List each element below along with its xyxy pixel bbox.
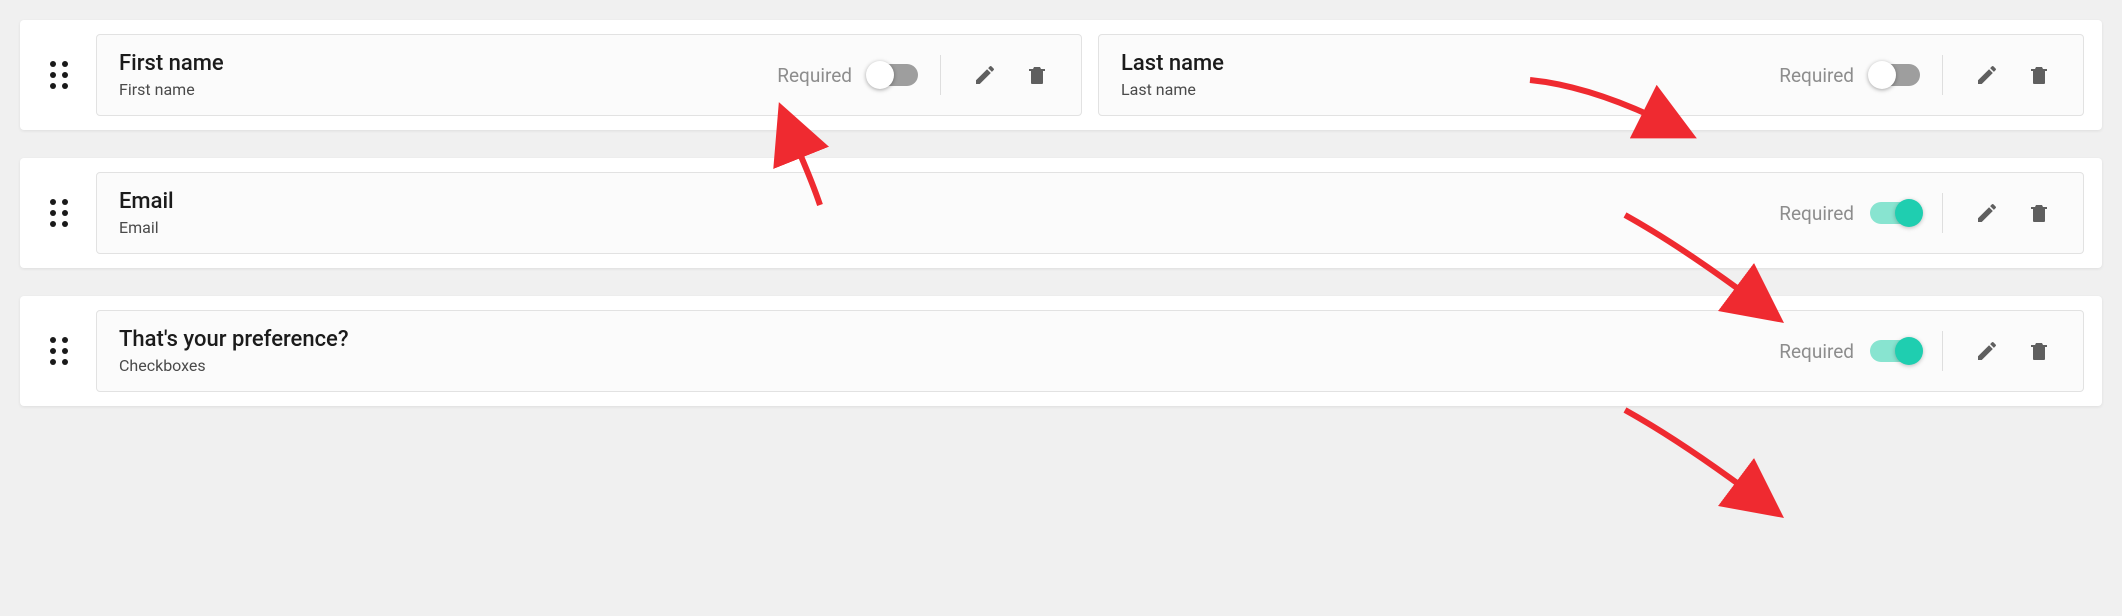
edit-button[interactable] xyxy=(963,53,1007,97)
field-info: Email Email xyxy=(119,189,1771,237)
required-label: Required xyxy=(1779,202,1854,225)
divider xyxy=(1942,193,1943,233)
pencil-icon xyxy=(973,63,997,87)
field-subtitle: Email xyxy=(119,218,1771,237)
field-subtitle: First name xyxy=(119,80,769,99)
field-card-last-name: Last name Last name Required xyxy=(1098,34,2084,116)
field-subtitle: Checkboxes xyxy=(119,356,1771,375)
fields-container: Email Email Required xyxy=(96,172,2084,254)
drag-handle-icon xyxy=(50,337,68,365)
annotation-arrow xyxy=(1610,395,1770,515)
toggle-knob xyxy=(1895,199,1923,227)
trash-icon xyxy=(2027,201,2051,225)
form-field-row: First name First name Required Last name… xyxy=(20,20,2102,130)
field-subtitle: Last name xyxy=(1121,80,1771,99)
required-label: Required xyxy=(777,64,852,87)
fields-container: That's your preference? Checkboxes Requi… xyxy=(96,310,2084,392)
drag-handle[interactable] xyxy=(38,172,80,254)
drag-handle-icon xyxy=(50,199,68,227)
field-title: Email xyxy=(119,189,1771,214)
edit-button[interactable] xyxy=(1965,53,2009,97)
edit-button[interactable] xyxy=(1965,329,2009,373)
form-field-row: That's your preference? Checkboxes Requi… xyxy=(20,296,2102,406)
required-toggle[interactable] xyxy=(1870,64,1920,86)
required-toggle[interactable] xyxy=(1870,340,1920,362)
required-toggle[interactable] xyxy=(868,64,918,86)
field-card-email: Email Email Required xyxy=(96,172,2084,254)
required-toggle[interactable] xyxy=(1870,202,1920,224)
field-card-first-name: First name First name Required xyxy=(96,34,1082,116)
trash-icon xyxy=(2027,339,2051,363)
delete-button[interactable] xyxy=(2017,191,2061,235)
field-title: First name xyxy=(119,51,769,76)
edit-button[interactable] xyxy=(1965,191,2009,235)
trash-icon xyxy=(2027,63,2051,87)
required-label: Required xyxy=(1779,64,1854,87)
field-info: First name First name xyxy=(119,51,769,99)
divider xyxy=(1942,331,1943,371)
field-card-preference: That's your preference? Checkboxes Requi… xyxy=(96,310,2084,392)
field-info: That's your preference? Checkboxes xyxy=(119,327,1771,375)
pencil-icon xyxy=(1975,339,1999,363)
pencil-icon xyxy=(1975,63,1999,87)
form-field-row: Email Email Required xyxy=(20,158,2102,268)
delete-button[interactable] xyxy=(2017,329,2061,373)
field-title: That's your preference? xyxy=(119,327,1771,352)
drag-handle-icon xyxy=(50,61,68,89)
toggle-knob xyxy=(866,61,894,89)
pencil-icon xyxy=(1975,201,1999,225)
toggle-knob xyxy=(1895,337,1923,365)
trash-icon xyxy=(1025,63,1049,87)
delete-button[interactable] xyxy=(1015,53,1059,97)
divider xyxy=(940,55,941,95)
fields-container: First name First name Required Last name… xyxy=(96,34,2084,116)
required-label: Required xyxy=(1779,340,1854,363)
drag-handle[interactable] xyxy=(38,310,80,392)
drag-handle[interactable] xyxy=(38,34,80,116)
divider xyxy=(1942,55,1943,95)
delete-button[interactable] xyxy=(2017,53,2061,97)
toggle-knob xyxy=(1868,61,1896,89)
field-info: Last name Last name xyxy=(1121,51,1771,99)
field-title: Last name xyxy=(1121,51,1771,76)
